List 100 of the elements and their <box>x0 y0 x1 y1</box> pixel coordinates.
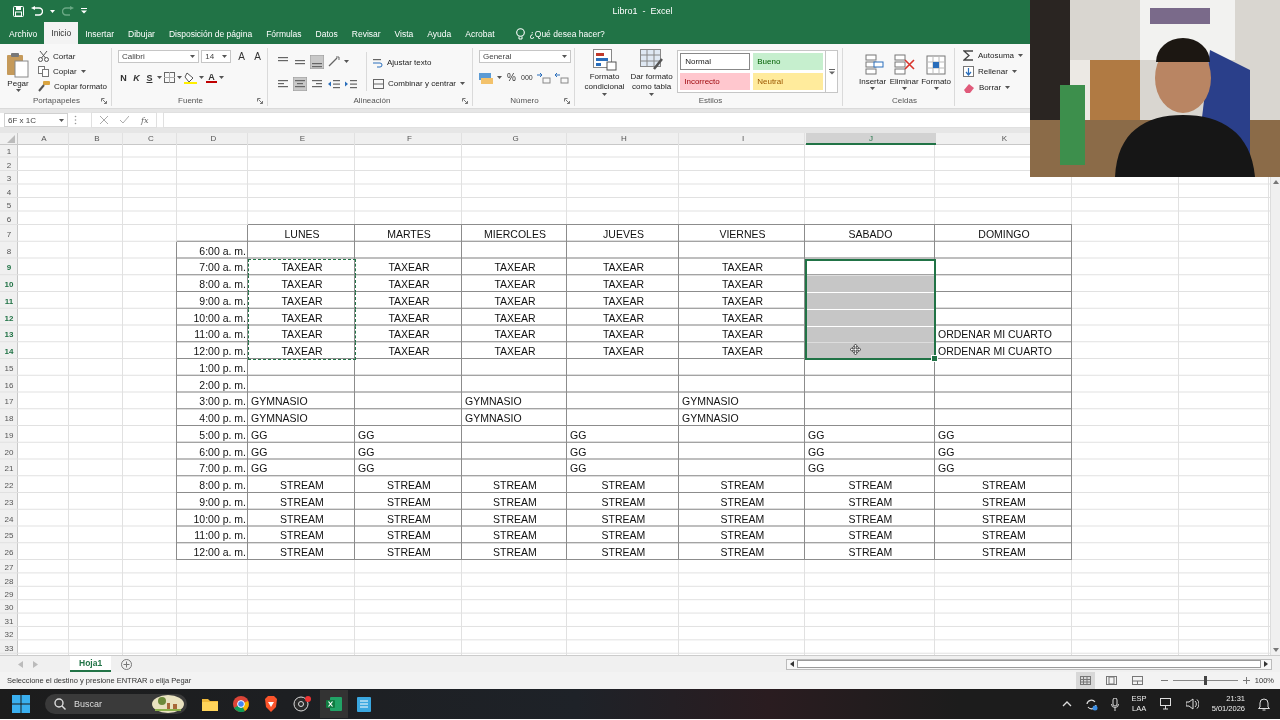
ribbon-tab[interactable]: Ayuda <box>420 24 459 44</box>
row-header[interactable]: 27 <box>4 563 14 573</box>
column-header[interactable]: G <box>512 133 519 145</box>
notification-icon[interactable] <box>1258 697 1270 711</box>
network-icon[interactable] <box>1159 698 1173 710</box>
add-sheet-icon[interactable] <box>121 658 133 670</box>
row-header[interactable]: 3 <box>6 174 12 184</box>
increase-font-button[interactable]: A <box>236 50 247 63</box>
caret-icon[interactable] <box>460 82 466 85</box>
selected-cell[interactable] <box>806 326 935 343</box>
row-header[interactable]: 2 <box>6 160 12 170</box>
wrap-text-button[interactable]: Ajustar texto <box>373 55 466 70</box>
caret-icon[interactable] <box>562 55 567 58</box>
column-header[interactable]: K <box>1001 133 1008 145</box>
cut-button[interactable]: Cortar <box>38 49 107 64</box>
underline-button[interactable]: S <box>144 71 155 84</box>
row-header[interactable]: 16 <box>4 380 14 390</box>
caret-icon[interactable] <box>59 118 64 122</box>
caret-icon[interactable] <box>177 76 182 79</box>
zoom-in-icon[interactable] <box>1242 677 1250 684</box>
tell-me-search[interactable]: ¿Qué desea hacer? <box>529 29 605 39</box>
sync-icon[interactable] <box>1084 697 1098 711</box>
name-box[interactable]: 6F x 1C <box>4 113 68 127</box>
row-header[interactable]: 4 <box>6 187 12 197</box>
gallery-more-button[interactable] <box>826 50 838 93</box>
caret-icon[interactable] <box>219 76 224 79</box>
formula-input[interactable] <box>163 112 1030 128</box>
zoom-out-icon[interactable] <box>1160 677 1168 684</box>
ribbon-tab[interactable]: Inicio <box>44 22 79 44</box>
row-header[interactable]: 5 <box>6 201 12 211</box>
caret-icon[interactable] <box>15 89 21 92</box>
horizontal-scrollbar[interactable] <box>786 658 1272 670</box>
vertical-scrollbar[interactable] <box>1270 177 1280 655</box>
format-painter-button[interactable]: Copiar formato <box>38 79 107 94</box>
row-header[interactable]: 24 <box>4 514 14 524</box>
browser-icon[interactable] <box>233 696 249 712</box>
caret-icon[interactable] <box>157 76 162 79</box>
column-header[interactable]: F <box>407 133 412 145</box>
selected-cell[interactable] <box>806 276 935 292</box>
chevron-up-icon[interactable] <box>1061 701 1072 707</box>
dialog-launcher-icon[interactable] <box>257 97 263 104</box>
number-format-field[interactable]: General <box>479 50 571 63</box>
format-button[interactable]: % <box>506 71 517 84</box>
row-header[interactable]: 9 <box>6 263 12 273</box>
row-header[interactable]: 29 <box>4 589 14 599</box>
row-header[interactable]: 20 <box>4 447 14 457</box>
caret-icon[interactable] <box>901 87 907 90</box>
row-header[interactable]: 11 <box>4 296 14 306</box>
align-center-icon[interactable] <box>293 76 307 91</box>
caret-icon[interactable] <box>497 76 502 79</box>
cell-style[interactable]: Bueno <box>753 53 824 70</box>
ribbon-tab[interactable]: Revisar <box>344 24 388 44</box>
column-header[interactable]: B <box>94 133 100 145</box>
ribbon-tab[interactable]: Disposición de página <box>161 24 260 44</box>
ribbon-tab[interactable]: Vista <box>387 24 421 44</box>
row-header[interactable]: 7 <box>6 229 12 239</box>
microphone-icon[interactable] <box>1110 697 1119 711</box>
italic-button[interactable]: K <box>131 71 142 84</box>
caret-icon[interactable] <box>344 60 349 63</box>
column-header[interactable]: D <box>210 133 217 145</box>
recorder-icon[interactable] <box>293 696 311 712</box>
copy-button[interactable]: Copiar <box>38 64 107 79</box>
speaker-icon[interactable] <box>1185 698 1199 710</box>
column-header[interactable]: H <box>621 133 627 145</box>
row-header[interactable]: 28 <box>4 576 14 586</box>
lion-shield-icon[interactable] <box>264 696 278 712</box>
row-header[interactable]: 19 <box>4 430 14 440</box>
row-header[interactable]: 22 <box>4 481 14 491</box>
column-header[interactable]: C <box>148 133 154 145</box>
row-header[interactable]: 23 <box>4 497 14 507</box>
font-color-button[interactable]: A <box>206 72 217 83</box>
notepad-icon[interactable] <box>357 696 371 712</box>
ribbon-tab[interactable]: Acrobat <box>458 24 502 44</box>
ribbon-tab[interactable]: Archivo <box>2 24 45 44</box>
fill-handle[interactable] <box>931 355 938 362</box>
ribbon-tab[interactable]: Fórmulas <box>259 24 309 44</box>
fill-color-icon[interactable] <box>184 71 197 84</box>
row-header[interactable]: 30 <box>4 603 14 613</box>
paste-button[interactable]: Pegar <box>6 51 31 92</box>
insert-button[interactable]: Insertar <box>859 53 887 90</box>
caret-icon[interactable] <box>933 87 939 90</box>
save-icon[interactable] <box>13 5 24 17</box>
ribbon-tab[interactable]: Datos <box>308 24 345 44</box>
column-header[interactable]: A <box>41 133 47 145</box>
windows-start-icon[interactable] <box>12 695 30 713</box>
caret-icon[interactable] <box>1011 70 1017 73</box>
search-bar[interactable]: Buscar <box>45 694 187 714</box>
conditional-format-button[interactable]: Formato condicional <box>583 47 627 96</box>
row-header[interactable]: 18 <box>4 414 14 424</box>
clear-button[interactable]: Borrar <box>963 80 1011 95</box>
selected-cell[interactable] <box>806 343 935 359</box>
text-orientation-icon[interactable] <box>327 54 341 69</box>
caret-icon[interactable] <box>222 55 227 58</box>
lightbulb-icon[interactable] <box>515 28 525 40</box>
font-size-field[interactable]: 14 <box>201 50 231 63</box>
caret-icon[interactable] <box>602 92 608 96</box>
cell-style[interactable]: Normal <box>680 53 751 70</box>
caret-icon[interactable] <box>80 70 86 73</box>
row-header[interactable]: 1 <box>6 147 12 157</box>
dialog-launcher-icon[interactable] <box>564 97 570 104</box>
